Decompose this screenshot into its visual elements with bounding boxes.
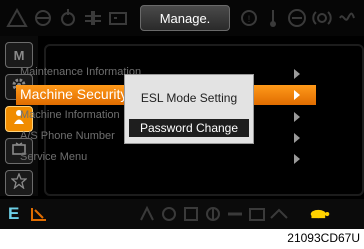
chevron-right-icon: [294, 133, 300, 143]
menu-item-label: Service Menu: [20, 151, 88, 163]
auto-idle-icon: [180, 204, 202, 224]
brake-icon: [311, 7, 333, 29]
esl-mode-setting-option[interactable]: ESL Mode Setting: [125, 91, 253, 105]
hydraulic-temp-icon: [57, 7, 79, 29]
chevron-right-icon: [294, 112, 300, 122]
security-submenu-popup: ESL Mode Setting Password Change: [124, 74, 254, 144]
wiper-icon: [268, 204, 290, 224]
bottom-status-bar: E: [0, 199, 364, 229]
figure-code: 21093CD67U: [287, 231, 360, 245]
menu-item-label: A/S Phone Number: [20, 130, 115, 142]
overload-icon: !: [238, 7, 260, 29]
warning-icon: [6, 7, 28, 29]
menu-item-service-menu[interactable]: Service Menu: [16, 149, 316, 169]
menu-item-label: Machine Security: [20, 86, 128, 102]
menu-item-label: Maintenance Information: [20, 66, 142, 78]
travel-icon: [158, 204, 180, 224]
work-tool-icon: [136, 204, 158, 224]
tortoise-icon: [308, 204, 340, 224]
menu-item-label: Machine Information: [20, 109, 120, 121]
engine-check-icon: [286, 7, 308, 29]
chevron-right-icon: [294, 69, 300, 79]
status-bar: Manage. !: [0, 0, 364, 36]
page-title: Manage.: [159, 11, 211, 26]
oil-pressure-icon: [32, 7, 54, 29]
heater-icon: [224, 204, 246, 224]
tab-favorites[interactable]: [5, 170, 33, 196]
camera-icon: [246, 204, 268, 224]
svg-text:!: !: [248, 14, 251, 24]
fuel-icon: [202, 204, 224, 224]
page-title-plate: Manage.: [140, 5, 230, 31]
password-change-option[interactable]: Password Change: [129, 119, 249, 137]
power-mode-icon: [28, 204, 50, 224]
work-mode-indicator: E: [8, 204, 20, 223]
preheat-icon: [262, 7, 284, 29]
chevron-right-icon: [294, 90, 300, 100]
monitor-screen: Manage. ! M Maintenance Information Mach…: [0, 0, 364, 229]
glow-icon: [336, 7, 358, 29]
tab-mode-label: M: [13, 47, 25, 63]
chevron-right-icon: [294, 154, 300, 164]
battery-icon: [107, 7, 129, 29]
coolant-temp-icon: [82, 7, 104, 29]
star-icon: [10, 171, 28, 194]
